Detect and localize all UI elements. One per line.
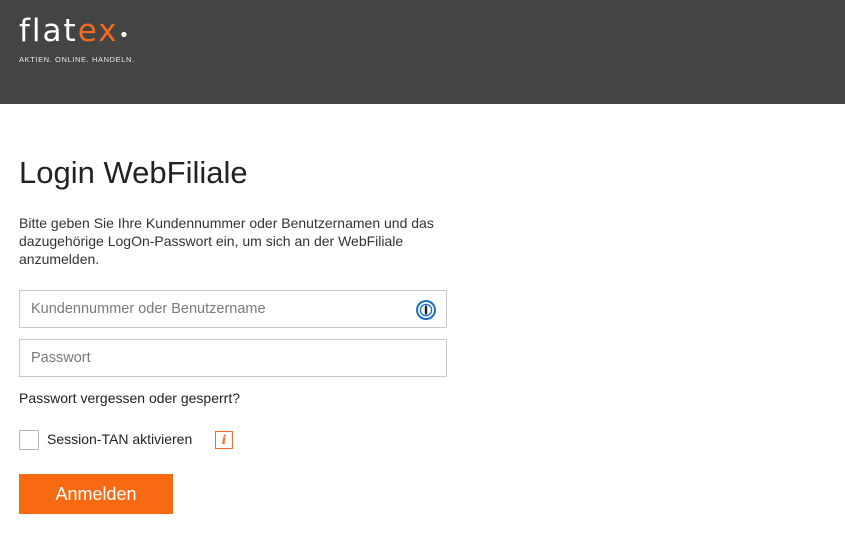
- password-field[interactable]: [19, 339, 447, 377]
- logo-tagline: AKTIEN. ONLINE. HANDELN.: [19, 55, 135, 64]
- session-tan-label[interactable]: Session-TAN aktivieren: [47, 431, 192, 447]
- logo-dot: •: [118, 25, 132, 46]
- password-manager-icon[interactable]: [415, 299, 437, 321]
- session-tan-checkbox[interactable]: [19, 430, 39, 450]
- logo-wordmark-orange: ex: [77, 13, 119, 49]
- login-instructions: Bitte geben Sie Ihre Kundennummer oder B…: [19, 215, 434, 267]
- site-header: flatex• AKTIEN. ONLINE. HANDELN.: [0, 0, 845, 104]
- username-input[interactable]: [20, 291, 446, 327]
- logo-wordmark-white: flat: [19, 13, 78, 49]
- username-field[interactable]: [19, 290, 447, 328]
- login-button[interactable]: Anmelden: [19, 474, 173, 514]
- forgot-password-link[interactable]: Passwort vergessen oder gesperrt?: [19, 390, 240, 406]
- info-icon[interactable]: i: [215, 431, 233, 449]
- page-title: Login WebFiliale: [19, 155, 248, 190]
- logo-wordmark: flatex•: [19, 14, 131, 48]
- password-input[interactable]: [20, 340, 446, 376]
